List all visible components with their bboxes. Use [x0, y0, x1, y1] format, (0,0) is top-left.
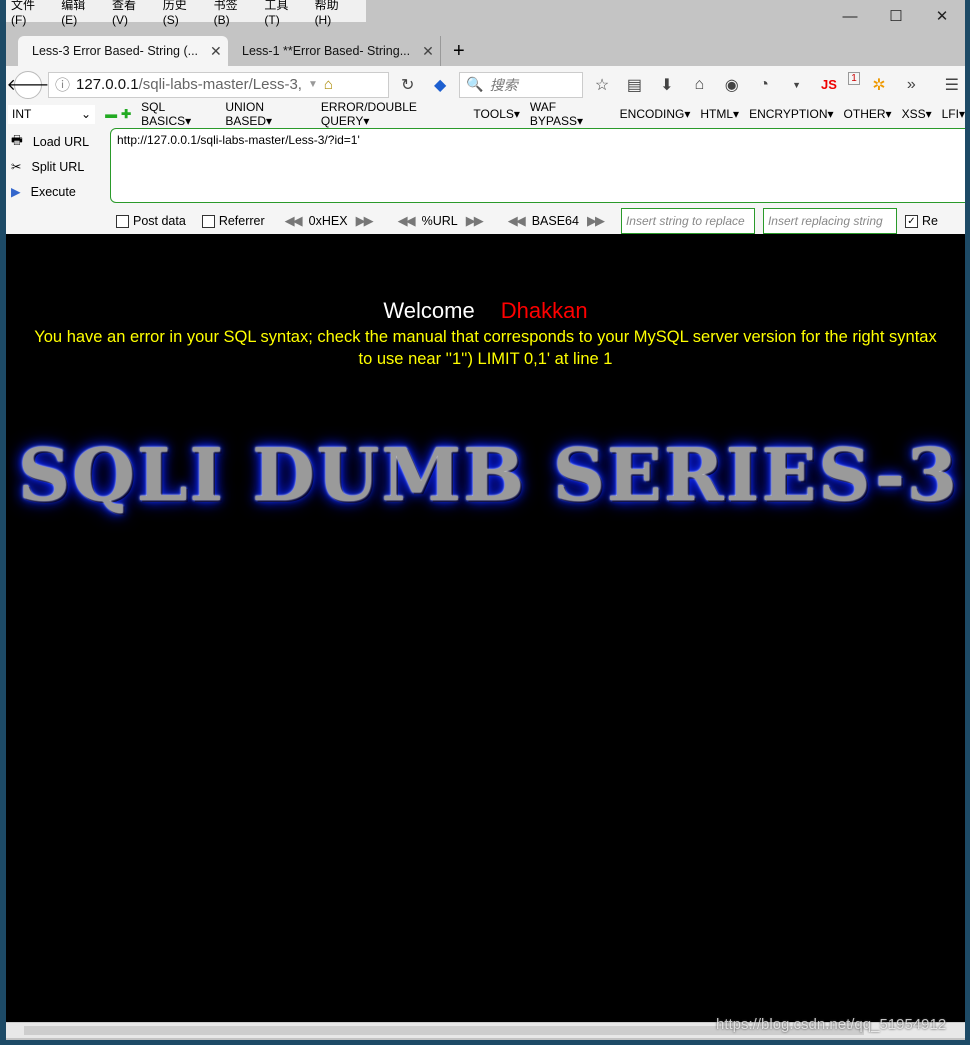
close-tab-icon[interactable]: ✕	[210, 43, 222, 60]
url-path: /sqli-labs-master/Less-3,	[138, 76, 302, 93]
type-select[interactable]: INT ⌄	[8, 104, 96, 124]
menu-history[interactable]: 历史(S)	[163, 0, 200, 27]
tab-label: Less-1 **Error Based- String...	[242, 44, 411, 58]
nav-bar: 🡐 ⓘ 127.0.0.1/sqli-labs-master/Less-3, ▼…	[6, 66, 965, 103]
sql-error-message: You have an error in your SQL syntax; ch…	[34, 328, 937, 368]
dropdown-icon[interactable]: ▼	[783, 80, 809, 90]
menu-sql-basics[interactable]: SQL BASICS▾	[141, 100, 215, 128]
load-url-icon: 🖶	[11, 133, 23, 147]
close-window-button[interactable]: ✕	[919, 0, 965, 32]
base64-decode-arrow-icon[interactable]: ◀◀	[508, 213, 526, 229]
tab-strip: Less-3 Error Based- String (... ✕ Less-1 …	[6, 36, 965, 66]
series-banner: SQLI DUMB SERIES-3	[18, 432, 959, 517]
search-input[interactable]: 🔍 搜索	[459, 71, 583, 98]
scissors-icon: ✂	[11, 160, 22, 174]
base64-label: BASE64	[531, 214, 579, 228]
base64-encode-arrow-icon[interactable]: ▶▶	[587, 213, 605, 229]
menu-bookmarks[interactable]: 书签(B)	[214, 0, 251, 27]
welcome-text: Welcome	[383, 298, 475, 323]
dropdown-icon[interactable]: ▼	[308, 79, 318, 90]
menu-html[interactable]: HTML▾	[700, 107, 739, 121]
overflow-icon[interactable]: »	[898, 76, 924, 94]
menu-help[interactable]: 帮助(H)	[315, 0, 352, 27]
cookie-icon[interactable]: ◔	[751, 76, 777, 94]
url-decode-arrow-icon[interactable]: ◀◀	[398, 213, 416, 229]
menu-union-based[interactable]: UNION BASED▾	[225, 100, 311, 128]
reading-list-icon[interactable]: ▤	[621, 75, 647, 95]
play-icon: ▶	[11, 185, 21, 199]
menu-error-double-query[interactable]: ERROR/DOUBLE QUERY▾	[321, 100, 464, 128]
plus-icon[interactable]: ✚	[121, 107, 131, 121]
minimize-button[interactable]: —	[827, 0, 873, 32]
hackbar: INT ⌄ ▬ ✚ SQL BASICS▾ UNION BASED▾ ERROR/…	[6, 100, 965, 234]
bookmark-star-icon[interactable]: ☆	[589, 75, 615, 95]
referrer-label: Referrer	[218, 213, 265, 228]
replace-string-input[interactable]: Insert string to replace	[620, 208, 755, 234]
replacing-string-input[interactable]: Insert replacing string	[762, 208, 897, 234]
execute-label: Execute	[30, 184, 76, 199]
post-data-checkbox[interactable]: Post data	[116, 213, 186, 229]
tab-less3[interactable]: Less-3 Error Based- String (... ✕	[18, 36, 228, 66]
hex-decode-arrow-icon[interactable]: ◀◀	[285, 213, 303, 229]
load-url-button[interactable]: 🖶 Load URL	[6, 129, 106, 154]
notification-badge: 1	[848, 72, 860, 85]
hex-label: 0xHEX	[308, 214, 348, 228]
maximize-button[interactable]: ☐	[873, 0, 919, 32]
home-button-icon[interactable]: ⌂	[686, 76, 712, 94]
close-tab-icon[interactable]: ✕	[422, 43, 434, 60]
home-icon[interactable]: ⌂	[324, 76, 333, 93]
js-icon[interactable]: JS	[816, 77, 842, 92]
menu-edit[interactable]: 编辑(E)	[61, 0, 98, 27]
url-encode-arrow-icon[interactable]: ▶▶	[466, 213, 484, 229]
urlenc-label: %URL	[421, 214, 458, 228]
browser-window: 文件(F) 编辑(E) 查看(V) 历史(S) 书签(B) 工具(T) 帮助(H…	[6, 0, 965, 1040]
url-host: 127.0.0.1	[76, 76, 139, 93]
address-bar[interactable]: ⓘ 127.0.0.1/sqli-labs-master/Less-3, ▼ ⌂	[48, 71, 389, 98]
load-url-label: Load URL	[32, 134, 90, 149]
tab-less1[interactable]: Less-1 **Error Based- String... ✕	[228, 36, 438, 66]
hamburger-menu-icon[interactable]: ☰	[939, 75, 965, 95]
menu-xss[interactable]: XSS▾	[902, 107, 932, 121]
tab-label: Less-3 Error Based- String (...	[32, 44, 199, 58]
page-content: Welcome Dhakkan You have an error in your…	[6, 234, 965, 1022]
menu-file[interactable]: 文件(F)	[11, 0, 47, 27]
watermark: https://blog.csdn.net/qq_51954912	[716, 1016, 947, 1033]
split-url-label: Split URL	[31, 159, 85, 174]
menu-encoding[interactable]: ENCODING▾	[620, 107, 691, 121]
user-name: Dhakkan	[500, 298, 588, 323]
menu-tools[interactable]: 工具(T)	[264, 0, 300, 27]
replace-all-label: Re	[921, 213, 938, 228]
search-icon: 🔍	[466, 76, 484, 92]
menu-encryption[interactable]: ENCRYPTION▾	[749, 107, 833, 121]
firebug-icon[interactable]: ✲	[866, 75, 892, 95]
search-placeholder: 搜索	[489, 76, 518, 93]
menu-tools[interactable]: TOOLS▾	[473, 107, 519, 121]
split-url-button[interactable]: ✂ Split URL	[6, 154, 106, 179]
reload-icon[interactable]: ↻	[395, 75, 421, 95]
replace-all-checkbox[interactable]: ✓ Re	[904, 213, 938, 229]
execute-button[interactable]: ▶ Execute	[6, 179, 106, 204]
menu-other[interactable]: OTHER▾	[844, 107, 892, 121]
menu-view[interactable]: 查看(V)	[112, 0, 149, 27]
download-icon[interactable]: ⬇	[654, 75, 680, 95]
hex-encode-arrow-icon[interactable]: ▶▶	[356, 213, 374, 229]
menu-bar: 文件(F) 编辑(E) 查看(V) 历史(S) 书签(B) 工具(T) 帮助(H…	[6, 0, 366, 27]
menu-lfi[interactable]: LFI▾	[942, 107, 965, 121]
type-value: INT	[12, 107, 32, 121]
post-data-label: Post data	[133, 213, 186, 228]
back-button[interactable]: 🡐	[7, 70, 49, 99]
url-textarea[interactable]: http://127.0.0.1/sqli-labs-master/Less-3…	[110, 128, 965, 203]
menu-waf-bypass[interactable]: WAF BYPASS▾	[530, 100, 610, 128]
extension-icon[interactable]: ◆	[427, 75, 453, 95]
info-icon[interactable]: ⓘ	[55, 74, 70, 95]
new-tab-button[interactable]: +	[440, 36, 477, 66]
referrer-checkbox[interactable]: Referrer	[201, 213, 265, 229]
globe-icon[interactable]: ◉	[719, 75, 745, 95]
minus-icon[interactable]: ▬	[105, 107, 117, 121]
welcome-heading: Welcome Dhakkan	[6, 298, 965, 324]
